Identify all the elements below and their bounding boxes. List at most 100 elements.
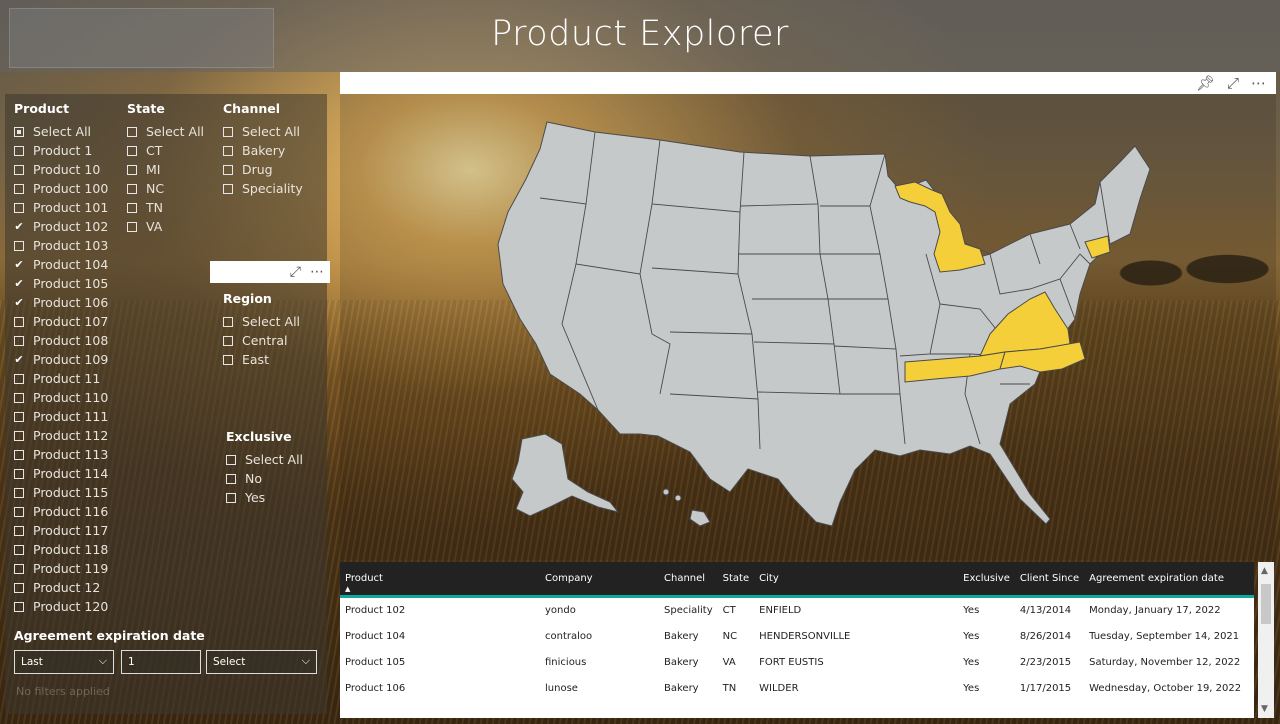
checkbox-icon[interactable]: [226, 492, 236, 503]
state-slicer-item[interactable]: Select All: [127, 122, 204, 141]
checkbox-icon[interactable]: [14, 582, 24, 593]
checkbox-icon[interactable]: [223, 164, 233, 175]
product-slicer-item[interactable]: Product 101: [14, 198, 108, 217]
checkbox-icon[interactable]: [226, 473, 236, 484]
more-options-icon[interactable]: ⋯: [310, 264, 324, 280]
table-row[interactable]: Product 106 lunose Bakery TN WILDER Yes 1/17/2…: [340, 676, 1254, 702]
checkbox-icon[interactable]: [223, 183, 233, 194]
exclusive-slicer-item[interactable]: Yes: [226, 488, 303, 507]
checkmark-icon[interactable]: ✔: [14, 259, 24, 270]
checkbox-icon[interactable]: [14, 449, 24, 460]
hawaii-shape[interactable]: [689, 509, 711, 527]
checkmark-icon[interactable]: ✔: [14, 354, 24, 365]
checkbox-icon[interactable]: [14, 316, 24, 327]
state-slicer-item[interactable]: VA: [127, 217, 204, 236]
checkbox-icon[interactable]: [14, 145, 24, 156]
checkbox-icon[interactable]: [127, 183, 137, 194]
product-slicer-item[interactable]: Select All: [14, 122, 108, 141]
alaska-shape[interactable]: [511, 433, 620, 517]
checkbox-icon[interactable]: [14, 164, 24, 175]
product-slicer-item[interactable]: Product 100: [14, 179, 108, 198]
product-slicer-item[interactable]: Product 1: [14, 141, 108, 160]
checkbox-icon[interactable]: [14, 202, 24, 213]
checkbox-icon[interactable]: [14, 506, 24, 517]
region-slicer-item[interactable]: East: [223, 350, 300, 369]
relative-date-value-input[interactable]: 1: [121, 650, 201, 674]
region-slicer-item[interactable]: Select All: [223, 312, 300, 331]
column-header-product[interactable]: Product ▲: [340, 562, 540, 598]
product-slicer-item[interactable]: Product 115: [14, 483, 108, 502]
relative-date-unit-select[interactable]: Select ⌵: [206, 650, 317, 674]
channel-slicer-item[interactable]: Speciality: [223, 179, 303, 198]
checkmark-icon[interactable]: ✔: [14, 297, 24, 308]
column-header-channel[interactable]: Channel: [659, 562, 718, 598]
channel-slicer-item[interactable]: Bakery: [223, 141, 303, 160]
pin-icon[interactable]: 📌︎: [1196, 74, 1215, 92]
checkbox-icon[interactable]: [14, 183, 24, 194]
more-options-icon[interactable]: ⋯: [1251, 74, 1266, 92]
product-slicer-item[interactable]: Product 120: [14, 597, 108, 616]
product-slicer-item[interactable]: Product 113: [14, 445, 108, 464]
channel-slicer-item[interactable]: Select All: [223, 122, 303, 141]
focus-mode-icon[interactable]: ⤢: [290, 264, 301, 280]
column-header-city[interactable]: City: [754, 562, 959, 598]
column-header-company[interactable]: Company: [540, 562, 659, 598]
state-slicer-item[interactable]: TN: [127, 198, 204, 217]
column-header-state[interactable]: State: [717, 562, 755, 598]
checkbox-icon[interactable]: [14, 411, 24, 422]
checkbox-icon[interactable]: [14, 240, 24, 251]
product-slicer-item[interactable]: ✔ Product 106: [14, 293, 108, 312]
product-slicer-item[interactable]: ✔ Product 102: [14, 217, 108, 236]
state-slicer-item[interactable]: MI: [127, 160, 204, 179]
product-slicer-item[interactable]: ✔ Product 104: [14, 255, 108, 274]
exclusive-slicer-item[interactable]: Select All: [226, 450, 303, 469]
column-header-client-since[interactable]: Client Since: [1014, 562, 1085, 598]
checkbox-icon[interactable]: [226, 454, 236, 465]
product-slicer-item[interactable]: Product 110: [14, 388, 108, 407]
product-slicer-item[interactable]: Product 112: [14, 426, 108, 445]
checkbox-icon[interactable]: [223, 145, 233, 156]
checkbox-icon[interactable]: [14, 468, 24, 479]
checkbox-icon[interactable]: [127, 145, 137, 156]
checkbox-icon[interactable]: [223, 126, 233, 137]
checkmark-icon[interactable]: ✔: [14, 221, 24, 232]
checkbox-icon[interactable]: [223, 335, 233, 346]
focus-mode-icon[interactable]: ⤢: [1227, 74, 1239, 92]
exclusive-slicer-item[interactable]: No: [226, 469, 303, 488]
checkbox-icon[interactable]: [127, 202, 137, 213]
checkmark-icon[interactable]: ✔: [14, 278, 24, 289]
product-slicer-item[interactable]: Product 116: [14, 502, 108, 521]
product-slicer-item[interactable]: Product 111: [14, 407, 108, 426]
checkbox-icon[interactable]: [223, 354, 233, 365]
product-slicer-item[interactable]: Product 118: [14, 540, 108, 559]
scroll-down-icon[interactable]: ▼: [1261, 704, 1268, 714]
channel-slicer-item[interactable]: Drug: [223, 160, 303, 179]
state-slicer-item[interactable]: NC: [127, 179, 204, 198]
state-slicer-item[interactable]: CT: [127, 141, 204, 160]
checkbox-icon[interactable]: [14, 563, 24, 574]
checkbox-icon[interactable]: [223, 316, 233, 327]
checkbox-icon[interactable]: [127, 164, 137, 175]
column-header-exclusive[interactable]: Exclusive: [958, 562, 1015, 598]
checkbox-icon[interactable]: [127, 221, 137, 232]
product-slicer-item[interactable]: Product 107: [14, 312, 108, 331]
checkbox-icon[interactable]: [14, 544, 24, 555]
product-slicer-item[interactable]: ✔ Product 105: [14, 274, 108, 293]
product-slicer-item[interactable]: Product 119: [14, 559, 108, 578]
checkbox-icon[interactable]: [14, 335, 24, 346]
checkbox-icon[interactable]: [14, 430, 24, 441]
table-row[interactable]: Product 102 yondo Speciality CT ENFIELD Yes 4/…: [340, 596, 1254, 624]
relative-date-operator-select[interactable]: Last ⌵: [14, 650, 114, 674]
checkbox-icon[interactable]: [14, 373, 24, 384]
product-slicer-item[interactable]: Product 108: [14, 331, 108, 350]
product-slicer-item[interactable]: Product 12: [14, 578, 108, 597]
checkbox-icon[interactable]: [14, 525, 24, 536]
product-slicer-item[interactable]: Product 103: [14, 236, 108, 255]
checkbox-icon[interactable]: [14, 392, 24, 403]
checkbox-icon[interactable]: [14, 487, 24, 498]
us-filled-map[interactable]: [340, 94, 1276, 560]
scroll-up-icon[interactable]: ▲: [1261, 566, 1268, 576]
table-row[interactable]: Product 105 finicious Bakery VA FORT EUSTIS Y…: [340, 650, 1254, 676]
checkbox-icon[interactable]: [14, 601, 24, 612]
column-header-agreement-expiration[interactable]: Agreement expiration date: [1084, 562, 1254, 598]
